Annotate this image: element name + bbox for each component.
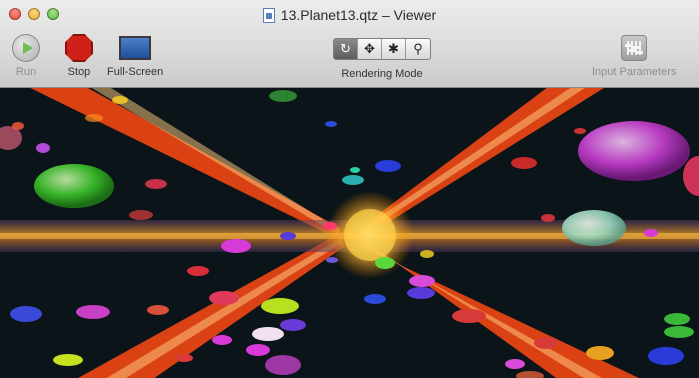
move-mode-icon[interactable]: ✥ bbox=[358, 39, 382, 59]
window-title: 13.Planet13.qtz – Viewer bbox=[280, 7, 437, 23]
stop-tool[interactable]: Stop bbox=[65, 34, 93, 78]
toolbar: 13.Planet13.qtz – Viewer Run Stop Full-S… bbox=[0, 0, 699, 88]
pale-bubble bbox=[562, 210, 626, 246]
input-parameters-label: Input Parameters bbox=[592, 66, 677, 78]
viewer-window: 13.Planet13.qtz – Viewer Run Stop Full-S… bbox=[0, 0, 699, 378]
composition-render bbox=[0, 88, 699, 378]
play-icon[interactable] bbox=[12, 34, 40, 62]
stop-label: Stop bbox=[67, 66, 91, 78]
input-parameters-tool[interactable]: Input Parameters bbox=[592, 34, 676, 78]
debug-mode-icon[interactable]: ✱ bbox=[382, 39, 406, 59]
run-tool[interactable]: Run bbox=[12, 34, 40, 78]
fullscreen-label: Full-Screen bbox=[107, 66, 164, 78]
rotate-mode-icon[interactable]: ↻ bbox=[334, 39, 358, 59]
screen-icon[interactable] bbox=[119, 36, 152, 60]
qtz-document-icon bbox=[262, 7, 275, 23]
stop-sign-icon[interactable] bbox=[65, 34, 93, 62]
rendering-mode-segmented-control[interactable]: ↻ ✥ ✱ ⚲ bbox=[333, 38, 431, 60]
green-bubble bbox=[34, 164, 114, 208]
title-bar: 13.Planet13.qtz – Viewer bbox=[0, 6, 699, 24]
rendering-mode-tool: ↻ ✥ ✱ ⚲ Rendering Mode bbox=[333, 34, 431, 80]
rendering-mode-label: Rendering Mode bbox=[341, 68, 423, 80]
fullscreen-tool[interactable]: Full-Screen bbox=[107, 34, 163, 78]
sliders-icon[interactable] bbox=[621, 35, 648, 61]
zoom-mode-icon[interactable]: ⚲ bbox=[406, 39, 430, 59]
magenta-bubble bbox=[578, 121, 690, 181]
run-label: Run bbox=[15, 66, 37, 78]
render-canvas[interactable] bbox=[0, 88, 699, 378]
